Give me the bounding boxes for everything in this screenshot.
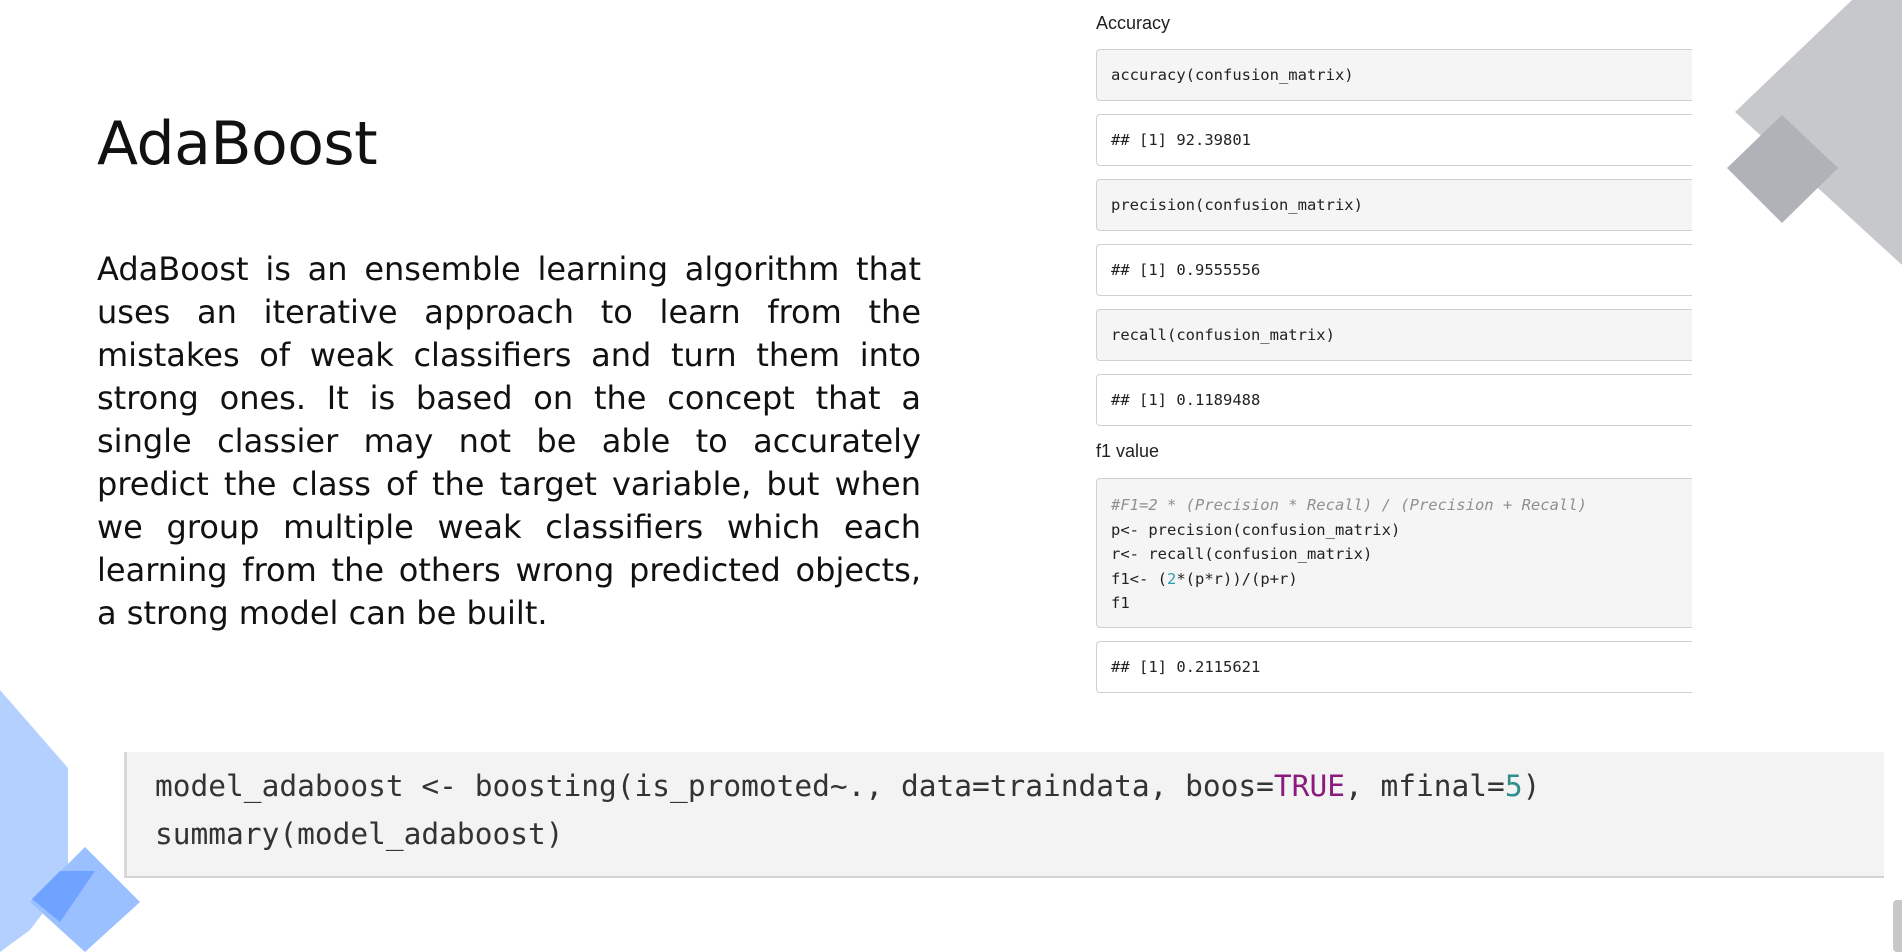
- f1-code-line-3-post: *(p*r))/(p+r): [1176, 569, 1298, 588]
- output-f1: ## [1] 0.2115621: [1096, 641, 1692, 693]
- bottom-code-line-1-mid: , mfinal=: [1344, 769, 1505, 803]
- f1-code-line-3-num: 2: [1167, 569, 1177, 588]
- output-recall: ## [1] 0.1189488: [1096, 374, 1692, 426]
- f1-heading: f1 value: [1096, 441, 1160, 461]
- top-right-decoration: [1727, 0, 1902, 265]
- bottom-code-line-2: summary(model_adaboost): [155, 817, 564, 851]
- bottom-code-line-1-pre: model_adaboost <- boosting(is_promoted~.…: [155, 769, 1274, 803]
- bottom-code-keyword-true: TRUE: [1273, 769, 1345, 803]
- vertical-scrollbar[interactable]: [1893, 900, 1902, 952]
- code-chunk-recall: recall(confusion_matrix): [1096, 309, 1692, 361]
- code-chunk-accuracy: accuracy(confusion_matrix): [1096, 49, 1692, 101]
- bottom-code-number: 5: [1504, 769, 1523, 803]
- code-chunk-f1: #F1=2 * (Precision * Recall) / (Precisio…: [1096, 478, 1692, 628]
- code-chunk-precision: precision(confusion_matrix): [1096, 179, 1692, 231]
- output-precision: ## [1] 0.9555556: [1096, 244, 1692, 296]
- f1-code-line-1: p<- precision(confusion_matrix): [1111, 520, 1401, 539]
- output-accuracy: ## [1] 92.39801: [1096, 114, 1692, 166]
- slide-body-text: AdaBoost is an ensemble learning algorit…: [97, 250, 921, 632]
- accuracy-heading: Accuracy: [1096, 13, 1171, 33]
- f1-code-line-3-pre: f1<- (: [1111, 569, 1167, 588]
- bottom-code-line-1-end: ): [1522, 769, 1541, 803]
- bottom-code-block: model_adaboost <- boosting(is_promoted~.…: [124, 752, 1884, 878]
- slide-title: AdaBoost: [97, 109, 378, 179]
- f1-comment-line: #F1=2 * (Precision * Recall) / (Precisio…: [1111, 496, 1587, 514]
- f1-code-line-2: r<- recall(confusion_matrix): [1111, 545, 1373, 563]
- f1-code-line-4: f1: [1111, 594, 1130, 612]
